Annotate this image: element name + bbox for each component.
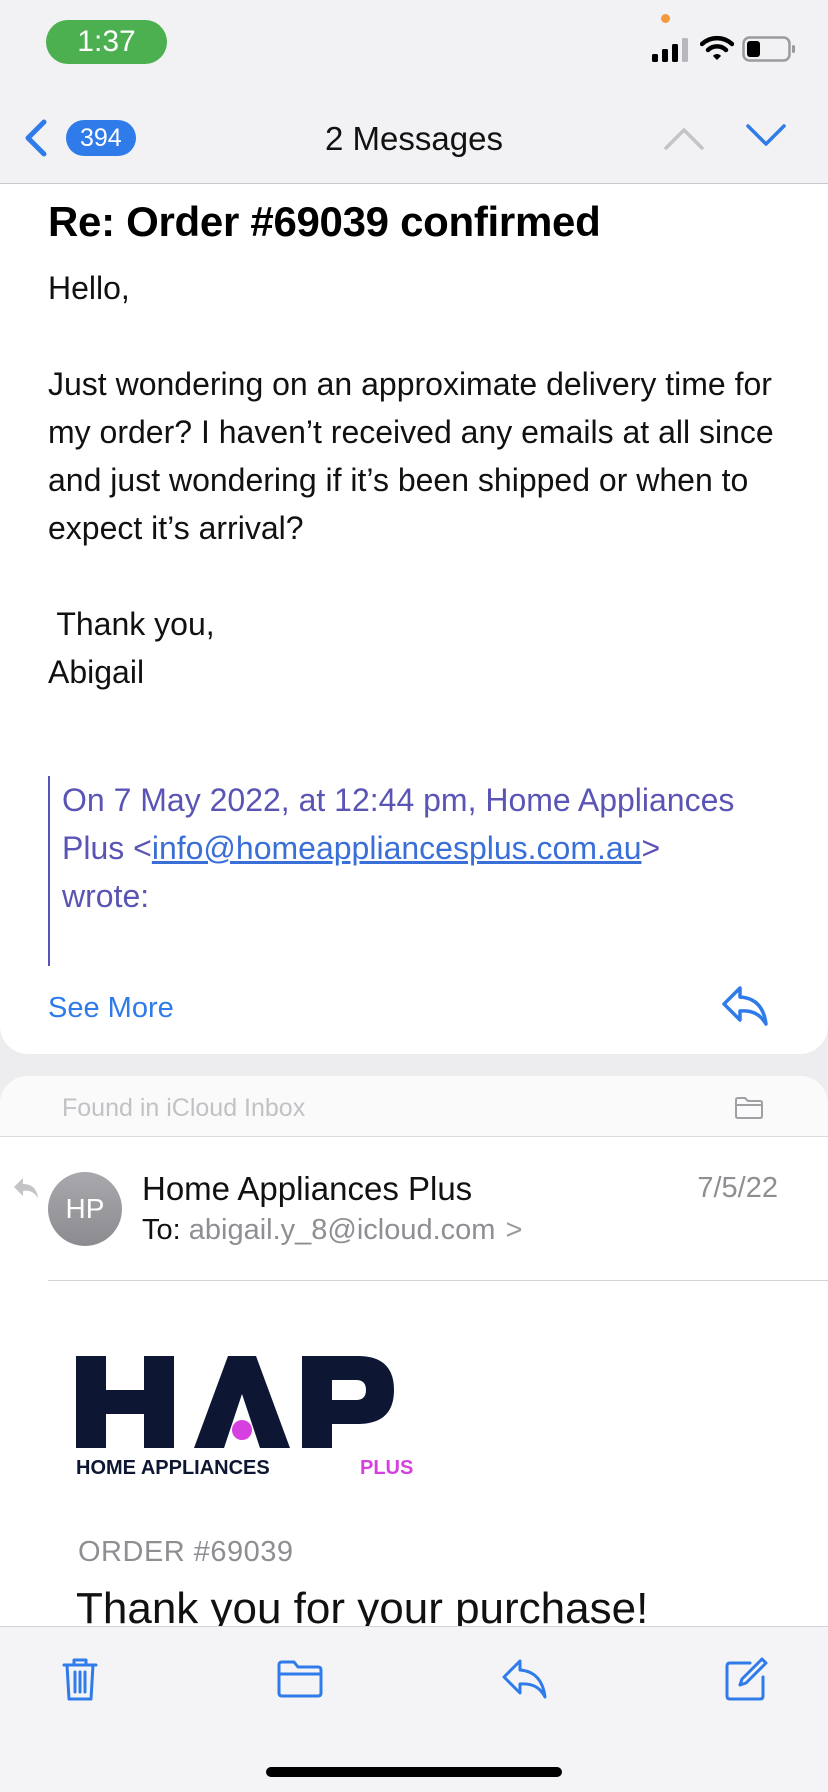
chevron-up-icon[interactable] [662, 124, 706, 152]
reply-icon[interactable] [500, 1655, 548, 1703]
status-time[interactable]: 1:37 [46, 20, 167, 64]
status-bar: 1:37 [0, 0, 828, 92]
reply-icon[interactable] [720, 984, 770, 1028]
found-in-label: Found in iCloud Inbox [62, 1094, 306, 1122]
sender-name[interactable]: Home Appliances Plus [142, 1170, 472, 1208]
replied-indicator-icon [14, 1178, 38, 1198]
divider [48, 1280, 828, 1281]
message-paragraph: Just wondering on an approximate deliver… [48, 366, 774, 546]
message-date: 7/5/22 [697, 1172, 778, 1204]
quote-wrote: wrote: [62, 878, 150, 914]
signal-icon [652, 38, 688, 62]
quote-email-link[interactable]: info@homeappliancesplus.com.au [152, 830, 642, 866]
message-greeting: Hello, [48, 270, 130, 306]
logo-tagline: HOME APPLIANCES [76, 1457, 270, 1479]
trash-icon[interactable] [56, 1655, 104, 1703]
see-more-link[interactable]: See More [48, 992, 174, 1025]
privacy-indicator-dot [661, 14, 670, 23]
quote-suffix: > [641, 830, 661, 866]
recipient-row[interactable]: To: abigail.y_8@icloud.com > [142, 1214, 522, 1247]
to-address[interactable]: abigail.y_8@icloud.com [189, 1214, 496, 1246]
navigation-bar: 394 2 Messages [0, 92, 828, 184]
folder-icon[interactable] [276, 1655, 324, 1703]
message-body: Hello, Just wondering on an approximate … [48, 264, 788, 696]
message-signature: Abigail [48, 654, 145, 690]
compose-icon[interactable] [722, 1655, 770, 1703]
quoted-header: On 7 May 2022, at 12:44 pm, Home Applian… [48, 776, 778, 966]
to-label: To: [142, 1214, 181, 1246]
chevron-down-icon[interactable] [744, 120, 788, 150]
order-number-label: ORDER #69039 [78, 1536, 294, 1568]
thread-message-card: Found in iCloud Inbox HP Home Appliances… [0, 1076, 828, 1626]
chevron-right-icon: > [505, 1214, 523, 1246]
wifi-icon [700, 35, 734, 60]
message-subject: Re: Order #69039 confirmed [48, 198, 601, 245]
bottom-toolbar [0, 1626, 828, 1792]
hap-logo: HOME APPLIANCES PLUS [76, 1356, 413, 1479]
home-indicator[interactable] [266, 1767, 562, 1777]
avatar[interactable]: HP [48, 1172, 122, 1246]
message-card: Re: Order #69039 confirmed Hello, Just w… [0, 184, 828, 1054]
battery-icon [742, 36, 795, 62]
folder-icon [735, 1097, 763, 1119]
purchase-heading: Thank you for your purchase! [76, 1584, 649, 1626]
found-in-row[interactable]: Found in iCloud Inbox [0, 1076, 828, 1137]
logo-tagline-accent: PLUS [360, 1457, 413, 1479]
message-signoff: Thank you, [48, 606, 215, 642]
